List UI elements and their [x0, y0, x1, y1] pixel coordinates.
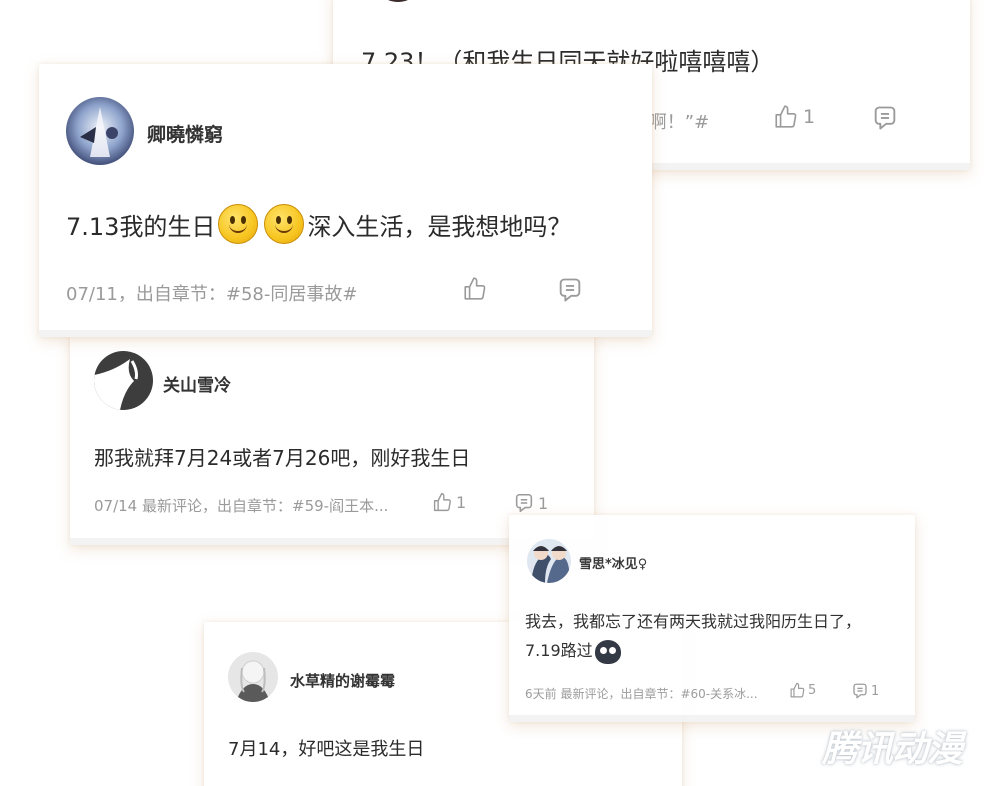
comment-card: 卿曉憐窮 7.13我的生日 深入生活，是我想地吗？ 07/11，出自章节：#58… [39, 64, 652, 337]
comment-text-start: 7.13我的生日 [66, 212, 216, 241]
thumbs-up-icon [775, 105, 797, 128]
username[interactable]: 卿曉憐窮 [147, 120, 223, 147]
thumbs-up-icon [790, 682, 805, 698]
username[interactable]: 关山雪冷 [163, 371, 231, 396]
like-count: 5 [808, 683, 817, 698]
card-divider [39, 330, 652, 337]
comment-meta: 07/11，出自章节：#58-同居事故# [66, 284, 358, 305]
username[interactable]: 雪思*冰见♀ [579, 553, 647, 572]
comment-text-body: 我去，我都忘了还有两天我就过我阳历生日了，7.19路过 [525, 612, 862, 660]
comment-meta: 07/14 最新评论，出自章节：#59-阎王本... [94, 497, 389, 515]
smile-emoji [264, 204, 305, 244]
like-button[interactable]: 1 [432, 492, 466, 513]
like-count: 1 [803, 106, 816, 128]
like-count: 1 [456, 493, 467, 512]
avatar[interactable] [66, 97, 134, 165]
comment-card: 雪思*冰见♀ 我去，我都忘了还有两天我就过我阳历生日了，7.19路过 6天前 最… [509, 515, 915, 722]
reply-count: 1 [871, 683, 880, 699]
smile-emoji [218, 204, 259, 244]
comment-icon [515, 493, 533, 513]
reply-button[interactable]: 1 [851, 682, 879, 700]
comment-text: 我去，我都忘了还有两天我就过我阳历生日了，7.19路过 [525, 607, 895, 665]
comment-text: 7月14，好吧这是我生日 [228, 739, 425, 760]
like-button[interactable]: 5 [789, 682, 816, 699]
comment-icon [874, 106, 896, 130]
reply-button[interactable] [556, 276, 584, 304]
like-button[interactable] [462, 276, 488, 302]
reply-button[interactable] [871, 104, 899, 132]
comment-card: 关山雪冷 那我就拜7月24或者7月26吧，刚好我生日 07/14 最新评论，出自… [70, 330, 594, 545]
thumbs-up-icon [464, 277, 486, 300]
avatar[interactable] [94, 351, 153, 410]
avatar[interactable] [373, 0, 423, 2]
avatar[interactable] [527, 539, 571, 583]
reply-count: 1 [538, 493, 549, 513]
watermark-logo: 腾讯动漫 [822, 729, 963, 770]
thumbs-up-icon [433, 493, 451, 512]
comment-text: 那我就拜7月24或者7月26吧，刚好我生日 [94, 446, 471, 470]
comment-text-end: 深入生活，是我想地吗？ [307, 212, 572, 241]
reply-button[interactable]: 1 [513, 492, 548, 514]
comment-icon [853, 683, 867, 699]
like-button[interactable]: 1 [773, 104, 815, 130]
avatar[interactable] [228, 652, 278, 702]
username[interactable]: 水草精的谢霉霉 [290, 670, 395, 691]
comment-meta: 6天前 最新评论，出自章节：#60-关系冰... [525, 687, 758, 701]
bird-emoji [594, 639, 621, 664]
comment-icon [559, 278, 581, 302]
comment-text: 7.13我的生日 深入生活，是我想地吗？ [66, 204, 571, 244]
